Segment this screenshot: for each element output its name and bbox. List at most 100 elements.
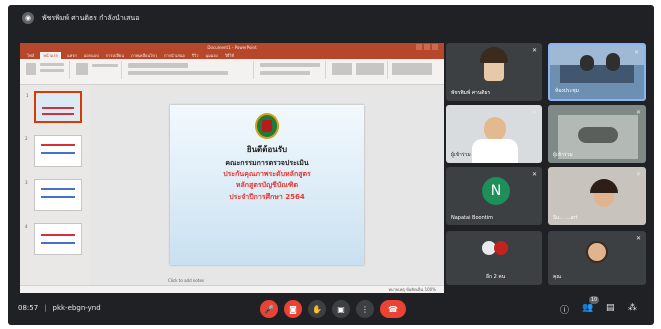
participant-tile-self[interactable]: ✕ คุณ (548, 231, 646, 285)
control-bar: 08:57 | pkk-ebgn-ynd 🎤 ◙ ✋ ▣ ⋮ ☎ ⓘ 👥 10 … (8, 291, 654, 325)
chat-icon[interactable]: ▤ (606, 303, 615, 313)
participant-name: คุณ (553, 274, 561, 280)
participant-name: Napatai Boontim (451, 215, 493, 221)
tab-animations[interactable]: ภาพเคลื่อนไหว (130, 52, 158, 59)
thumbnail-line (41, 234, 75, 236)
slide-thumbnails: 1 2 3 4 (20, 85, 90, 285)
thumbnail-line (41, 144, 75, 146)
font-format-buttons[interactable] (128, 71, 228, 75)
participant-name: พัชรพิมพ์ ศานติธร (451, 90, 491, 96)
participant-tile[interactable]: ✕ Su... ...art (548, 167, 646, 225)
tab-home[interactable]: หน้าแรก (40, 51, 62, 59)
present-button[interactable]: ▣ (332, 300, 350, 318)
participant-video (550, 45, 644, 65)
new-slide-icon[interactable] (76, 63, 88, 75)
notes-placeholder[interactable]: Click to add notes (168, 278, 204, 283)
camera-toggle-button[interactable]: ◙ (284, 300, 302, 318)
shared-screen[interactable]: Document1 - PowerPoint ไฟล์ หน้าแรก แทรก… (20, 43, 444, 293)
tab-transitions[interactable]: การเปลี่ยน (105, 52, 125, 59)
align-icon[interactable] (260, 71, 310, 75)
ribbon (20, 59, 444, 85)
slide-number: 3 (25, 180, 28, 185)
participant-name: ผู้เข้าร่วม (451, 152, 471, 158)
tab-help[interactable]: วิธีใช้ (224, 52, 235, 59)
meeting-code: pkk-ebgn-ynd (52, 304, 101, 312)
mic-off-icon: ✕ (531, 109, 537, 116)
participant-tile[interactable]: ✕ ห้องประชุม (548, 43, 646, 101)
mic-off-icon: ✕ (531, 47, 537, 54)
tab-slideshow[interactable]: การนำเสนอ (163, 52, 186, 59)
mic-off-icon: ✕ (531, 171, 537, 178)
thumbnail-line (41, 188, 75, 190)
separator: | (44, 304, 47, 312)
arrange-icon[interactable] (356, 63, 384, 75)
slide-welcome: ยินดีต้อนรับ (246, 145, 288, 154)
slide-committee: คณะกรรมการตรวจประเมิน (225, 158, 309, 167)
tab-review[interactable]: รีวิว (191, 52, 200, 59)
info-icon[interactable]: ⓘ (560, 303, 569, 316)
slide-thumbnail[interactable]: 2 (25, 135, 82, 167)
clock: 08:57 (18, 304, 39, 312)
paste-icon[interactable] (26, 63, 36, 75)
participant-count-badge: 10 (589, 296, 599, 304)
shapes-icon[interactable] (332, 63, 352, 75)
university-logo-icon (255, 113, 279, 139)
minimize-icon[interactable] (416, 44, 422, 50)
thumbnail-line (41, 152, 75, 154)
activities-icon[interactable]: ⁂ (628, 303, 637, 313)
slide-editor[interactable]: ยินดีต้อนรับ คณะกรรมการตรวจประเมิน ประกั… (90, 85, 444, 285)
participant-person (580, 55, 594, 71)
tab-file[interactable]: ไฟล์ (26, 52, 35, 59)
tab-insert[interactable]: แทรก (66, 52, 78, 59)
cut-icon[interactable] (40, 63, 64, 66)
slide-program: หลักสูตรบัญชีบัณฑิต (235, 181, 299, 190)
slide-thumbnail[interactable]: 4 (25, 223, 82, 255)
participant-tile[interactable]: ✕ ผู้เข้าร่วม (446, 105, 542, 163)
copy-icon[interactable] (40, 69, 64, 72)
participant-tile[interactable]: N ✕ Napatai Boontim (446, 167, 542, 225)
layout-button[interactable] (92, 64, 118, 67)
maximize-icon[interactable] (424, 44, 430, 50)
close-icon[interactable] (432, 44, 438, 50)
raise-hand-button[interactable]: ✋ (308, 300, 326, 318)
others-count-label: อีก 2 คน (486, 274, 506, 280)
font-select[interactable] (128, 63, 188, 68)
mic-off-icon: ✕ (633, 49, 639, 56)
bullets-icon[interactable] (260, 63, 320, 67)
slide-number: 4 (25, 224, 28, 229)
more-options-button[interactable]: ⋮ (356, 300, 374, 318)
mic-off-icon: ✕ (635, 171, 641, 178)
participant-avatar (494, 241, 508, 255)
participant-hair (590, 179, 618, 193)
tab-view[interactable]: มุมมอง (204, 52, 218, 59)
participant-tile-others[interactable]: อีก 2 คน (446, 231, 542, 285)
participant-shirt (472, 139, 518, 163)
slide-thumbnail[interactable]: 1 (26, 91, 82, 123)
meeting-info: 08:57 | pkk-ebgn-ynd (18, 304, 101, 312)
participant-object (578, 127, 618, 143)
mic-off-icon: ✕ (635, 235, 641, 242)
participant-name: ผู้เข้าร่วม (553, 152, 573, 158)
thumbnail-line (41, 242, 75, 244)
mic-toggle-button[interactable]: 🎤 (260, 300, 278, 318)
thumbnail-line (42, 107, 74, 109)
end-call-button[interactable]: ☎ (380, 300, 406, 318)
slide-number: 1 (26, 93, 29, 98)
participant-tile[interactable]: ✕ พัชรพิมพ์ ศานติธร (446, 43, 542, 101)
participant-video (484, 117, 506, 141)
presenter-label: พัชรพิมพ์ ศานติธร กำลังนำเสนอ (42, 13, 140, 22)
slide-thumbnail[interactable]: 3 (25, 179, 82, 211)
presenter-icon[interactable]: ◉ (22, 12, 34, 24)
current-slide[interactable]: ยินดีต้อนรับ คณะกรรมการตรวจประเมิน ประกั… (170, 105, 364, 265)
participant-tile[interactable]: ✕ ผู้เข้าร่วม (548, 105, 646, 163)
tab-design[interactable]: ออกแบบ (83, 52, 100, 59)
people-icon[interactable]: 👥 (582, 303, 593, 313)
self-video (586, 241, 608, 263)
meet-window: ◉ พัชรพิมพ์ ศานติธร กำลังนำเสนอ Document… (8, 5, 654, 325)
editing-icon[interactable] (392, 63, 432, 75)
participant-name: Su... ...art (553, 215, 578, 221)
mic-off-icon: ✕ (635, 109, 641, 116)
powerpoint-body: 1 2 3 4 ยินดีต้อนรับ คณะกรรมการตรวจประเม… (20, 85, 444, 285)
participant-hair (480, 47, 508, 63)
document-title: Document1 - PowerPoint (207, 44, 257, 50)
